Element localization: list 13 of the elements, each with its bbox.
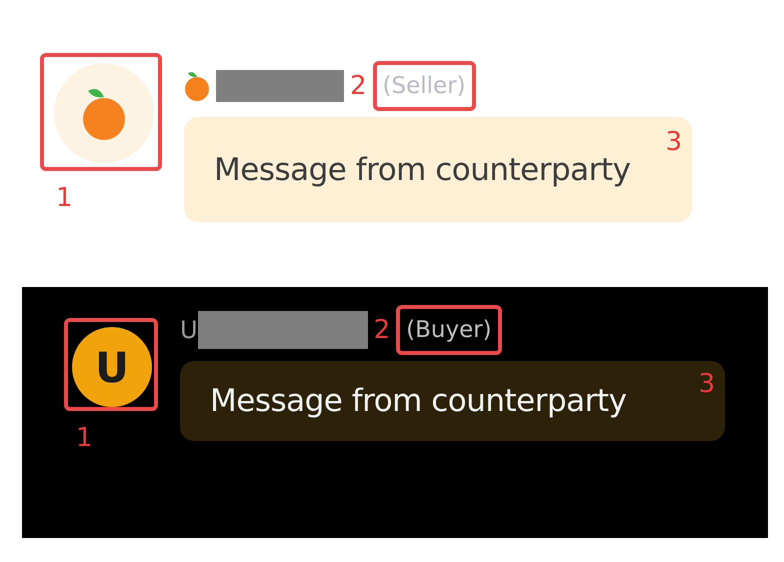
- message-text: Message from counterparty: [210, 383, 626, 419]
- role-label: (Seller): [382, 73, 466, 99]
- avatar-letter: U: [95, 342, 129, 392]
- username: U: [180, 316, 198, 344]
- fruit-icon: [184, 70, 210, 102]
- message-text: Message from counterparty: [214, 152, 630, 188]
- callout-number: 1: [76, 425, 93, 451]
- callout-number: 2: [374, 317, 390, 343]
- role-label: (Buyer): [406, 317, 492, 343]
- callout-number: 1: [56, 185, 73, 211]
- callout-number: 3: [665, 129, 682, 155]
- callout-number: 3: [698, 371, 715, 397]
- callout-number: 2: [350, 73, 367, 99]
